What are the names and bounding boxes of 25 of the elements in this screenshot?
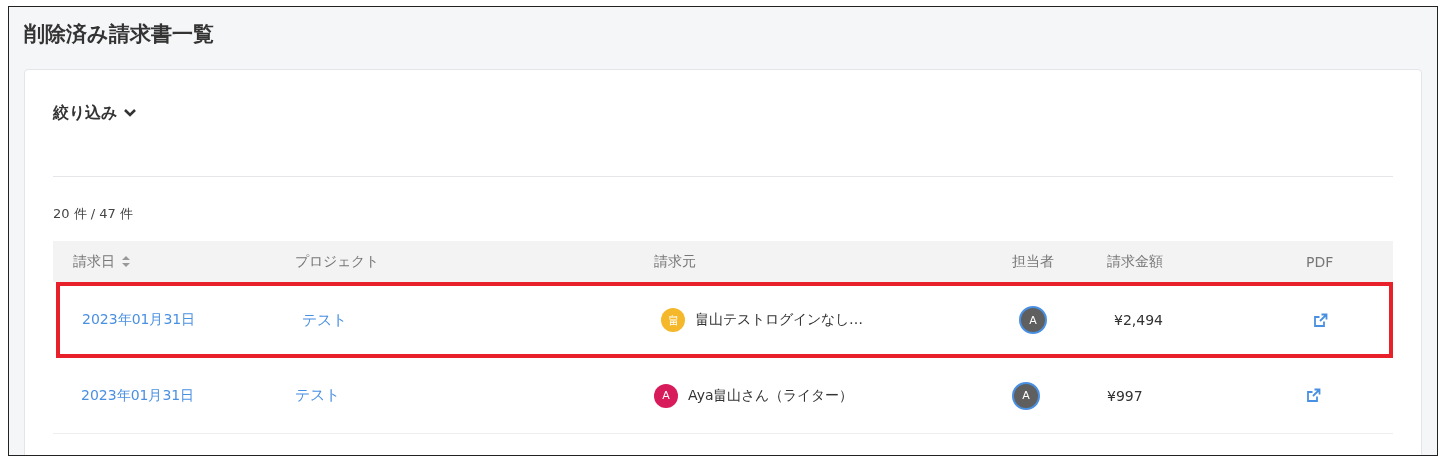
chevron-down-icon	[123, 108, 137, 118]
column-header: PDF	[1306, 253, 1334, 270]
client-name: 畠山テストログインなし…	[695, 311, 863, 329]
amount: ¥997	[1107, 387, 1143, 404]
project-link[interactable]: テスト	[295, 386, 340, 405]
column-header: プロジェクト	[295, 252, 379, 271]
amount: ¥2,494	[1114, 312, 1163, 328]
external-link-icon[interactable]	[1306, 388, 1321, 403]
project-link[interactable]: テスト	[302, 310, 347, 330]
page-title: 削除済み請求書一覧	[24, 21, 215, 48]
column-header: 請求元	[654, 252, 696, 271]
date-link[interactable]: 2023年01月31日	[81, 386, 195, 405]
client-avatar: A	[654, 383, 678, 408]
external-link-icon[interactable]	[1313, 312, 1328, 328]
assignee-avatar: A	[1019, 306, 1047, 334]
client-name: Aya畠山さん（ライター）	[688, 386, 854, 405]
column-header: 担当者	[1012, 252, 1054, 271]
column-header: 請求金額	[1107, 252, 1163, 271]
sort-icon[interactable]	[121, 255, 131, 268]
assignee-avatar: A	[1012, 381, 1040, 410]
column-header[interactable]: 請求日	[73, 252, 115, 271]
result-count: 20 件 / 47 件	[53, 205, 134, 223]
filter-toggle[interactable]: 絞り込み	[53, 100, 137, 126]
date-link[interactable]: 2023年01月31日	[82, 311, 196, 329]
client-avatar: 畠	[661, 308, 685, 332]
